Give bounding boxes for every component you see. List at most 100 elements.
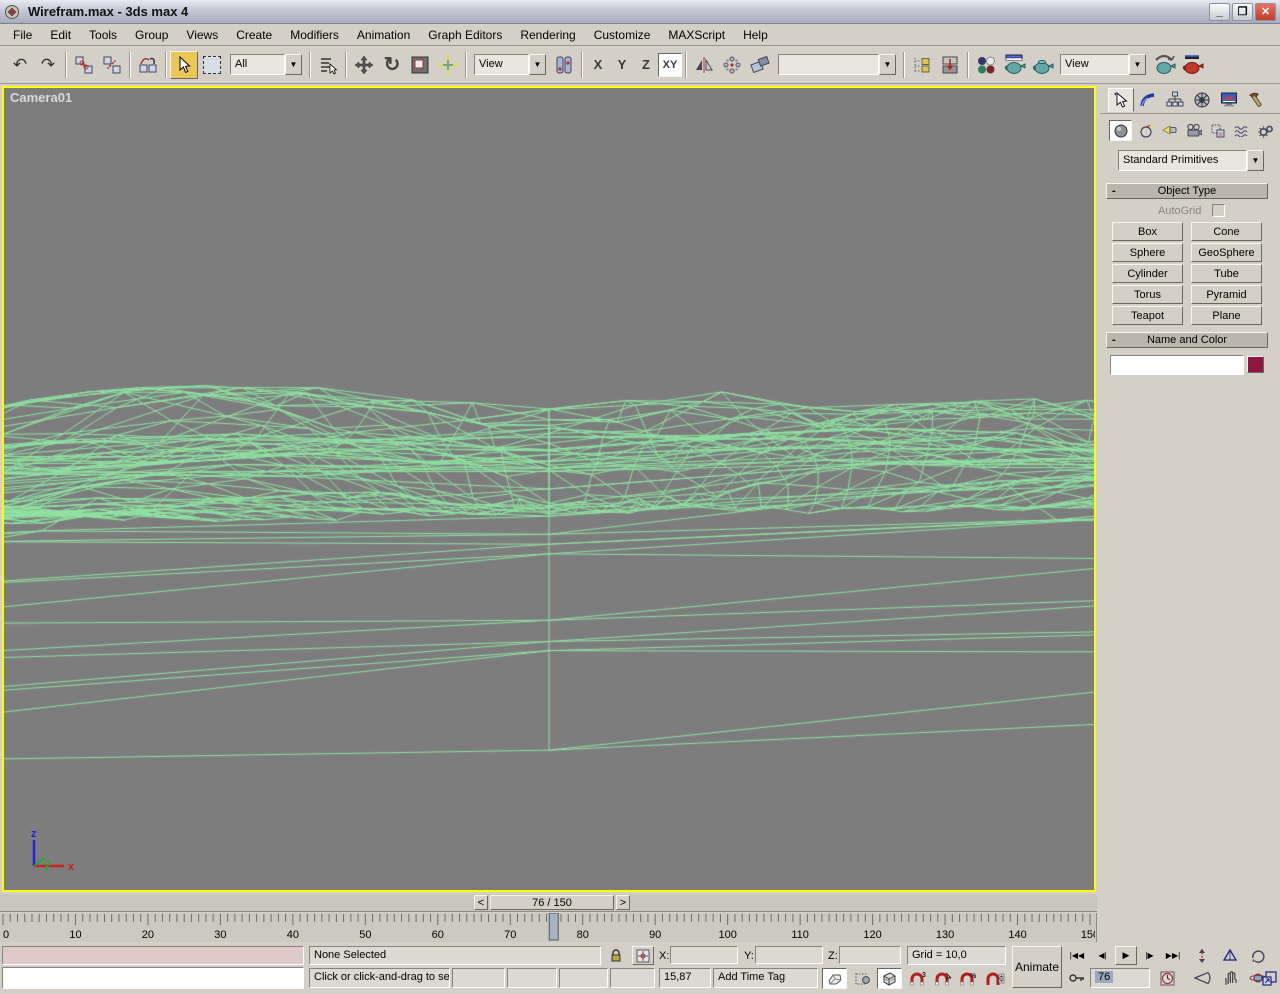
previous-frame-button[interactable]: ◀| [1092, 946, 1113, 965]
select-and-scale-button[interactable] [406, 51, 434, 79]
quick-render-button[interactable] [1178, 51, 1206, 79]
time-type-in-field[interactable]: 15,87 [659, 968, 711, 988]
rollout-object-type[interactable]: - Object Type [1106, 183, 1268, 199]
tab-modify[interactable] [1135, 88, 1161, 112]
min-max-toggle-button[interactable] [1259, 968, 1279, 988]
menu-item-maxscript[interactable]: MAXScript [659, 25, 734, 45]
selection-lock-toggle[interactable] [607, 946, 624, 965]
time-slider-track[interactable]: < 76 / 150 > [0, 894, 1097, 912]
close-button[interactable]: ✕ [1255, 3, 1276, 21]
dropdown-arrow-icon[interactable]: ▼ [285, 54, 302, 75]
object-type-tube-button[interactable]: Tube [1191, 264, 1262, 283]
tab-create[interactable] [1108, 88, 1134, 112]
absolute-offset-mode-toggle[interactable] [632, 946, 654, 965]
percent-snap-button[interactable]: % [956, 968, 979, 989]
object-type-box-button[interactable]: Box [1112, 222, 1183, 241]
track-view-button[interactable] [908, 51, 936, 79]
select-and-manipulate-button[interactable] [434, 51, 462, 79]
select-by-name-button[interactable] [314, 51, 342, 79]
primitive-category-dropdown[interactable]: Standard Primitives ▼ [1118, 150, 1264, 171]
spinner-snap-toggle-button[interactable] [983, 968, 1007, 989]
schematic-view-button[interactable] [936, 51, 964, 79]
subtab-space-warps[interactable] [1230, 120, 1253, 141]
next-frame-button[interactable]: |▶ [1139, 946, 1160, 965]
object-type-cone-button[interactable]: Cone [1191, 222, 1262, 241]
snap-toggle-button[interactable] [822, 968, 847, 989]
menu-item-group[interactable]: Group [126, 25, 177, 45]
reference-coordinate-system-dropdown[interactable]: View ▼ [474, 54, 546, 75]
track-bar-ruler[interactable]: 0102030405060708090100110120130140150 [0, 913, 1095, 942]
align-button[interactable] [746, 51, 774, 79]
subtab-geometry[interactable] [1109, 120, 1132, 141]
tab-motion[interactable] [1189, 88, 1215, 112]
select-and-link-button[interactable] [70, 51, 98, 79]
tab-hierarchy[interactable] [1162, 88, 1188, 112]
use-pivot-point-center-button[interactable] [550, 51, 578, 79]
unlink-selection-button[interactable] [98, 51, 126, 79]
field-of-view-button[interactable] [1190, 968, 1214, 988]
snap-25d-button[interactable] [851, 968, 875, 989]
tab-utilities[interactable] [1243, 88, 1269, 112]
angle-snap-3-button[interactable]: 3 [906, 968, 929, 989]
restore-button[interactable]: ❐ [1232, 3, 1253, 21]
restrict-to-x-button[interactable]: X [586, 53, 610, 77]
object-type-pyramid-button[interactable]: Pyramid [1191, 285, 1262, 304]
undo-button[interactable]: ↶ [6, 51, 34, 79]
time-slider-prev-button[interactable]: < [474, 895, 488, 910]
rollout-name-and-color[interactable]: - Name and Color [1106, 332, 1268, 348]
object-type-torus-button[interactable]: Torus [1112, 285, 1183, 304]
go-to-end-button[interactable]: ▶▶| [1162, 946, 1184, 965]
named-selection-sets-dropdown[interactable]: ▼ [778, 54, 896, 75]
z-coord-field[interactable] [839, 946, 901, 964]
quick-render-draft-button[interactable] [1028, 51, 1056, 79]
subtab-lights[interactable] [1158, 120, 1181, 141]
menu-item-graph-editors[interactable]: Graph Editors [419, 25, 511, 45]
array-button[interactable] [718, 51, 746, 79]
mirror-button[interactable] [690, 51, 718, 79]
add-time-tag[interactable]: Add Time Tag [713, 968, 818, 988]
bind-to-space-warp-button[interactable] [134, 51, 162, 79]
menu-item-help[interactable]: Help [734, 25, 777, 45]
current-frame-field[interactable]: 76 [1090, 968, 1150, 988]
subtab-systems[interactable] [1254, 120, 1277, 141]
menu-item-rendering[interactable]: Rendering [511, 25, 584, 45]
x-coord-field[interactable] [670, 946, 738, 964]
restrict-to-z-button[interactable]: Z [634, 53, 658, 77]
key-mode-toggle[interactable] [1066, 968, 1088, 988]
track-bar[interactable]: 0102030405060708090100110120130140150 [0, 913, 1097, 942]
render-last-button[interactable] [1150, 51, 1178, 79]
menu-item-tools[interactable]: Tools [80, 25, 126, 45]
camera-viewport[interactable]: Camera01 z x y [2, 86, 1096, 892]
subtab-helpers[interactable] [1206, 120, 1229, 141]
object-color-swatch[interactable] [1247, 356, 1264, 373]
menu-item-customize[interactable]: Customize [585, 25, 660, 45]
redo-button[interactable]: ↷ [34, 51, 62, 79]
dropdown-arrow-icon[interactable]: ▼ [529, 54, 546, 75]
restrict-to-y-button[interactable]: Y [610, 53, 634, 77]
select-and-rotate-button[interactable]: ↻ [378, 51, 406, 79]
track-bar-frame-handle[interactable] [549, 913, 558, 940]
time-slider-handle[interactable]: 76 / 150 [490, 895, 614, 910]
object-name-field[interactable] [1110, 355, 1244, 375]
wireframe-terrain-canvas[interactable] [4, 88, 1094, 890]
menu-item-file[interactable]: File [4, 25, 41, 45]
dropdown-arrow-icon[interactable]: ▼ [1129, 54, 1146, 75]
play-button[interactable]: ▶ [1115, 946, 1137, 965]
animate-button[interactable]: Animate [1012, 946, 1062, 988]
menu-item-modifiers[interactable]: Modifiers [281, 25, 348, 45]
tab-display[interactable] [1216, 88, 1242, 112]
go-to-start-button[interactable]: |◀◀ [1066, 946, 1088, 965]
viewport-label[interactable]: Camera01 [10, 90, 72, 105]
select-and-move-button[interactable] [350, 51, 378, 79]
object-type-cylinder-button[interactable]: Cylinder [1112, 264, 1183, 283]
autogrid-checkbox[interactable] [1212, 204, 1225, 217]
select-object-button[interactable] [170, 51, 198, 79]
maxscript-mini-listener-pink[interactable] [2, 946, 304, 965]
object-type-plane-button[interactable]: Plane [1191, 306, 1262, 325]
y-coord-field[interactable] [755, 946, 823, 964]
menu-item-create[interactable]: Create [227, 25, 281, 45]
object-type-geosphere-button[interactable]: GeoSphere [1191, 243, 1262, 262]
object-type-sphere-button[interactable]: Sphere [1112, 243, 1183, 262]
rectangular-selection-region-button[interactable] [198, 51, 226, 79]
roll-camera-button[interactable] [1246, 946, 1270, 965]
